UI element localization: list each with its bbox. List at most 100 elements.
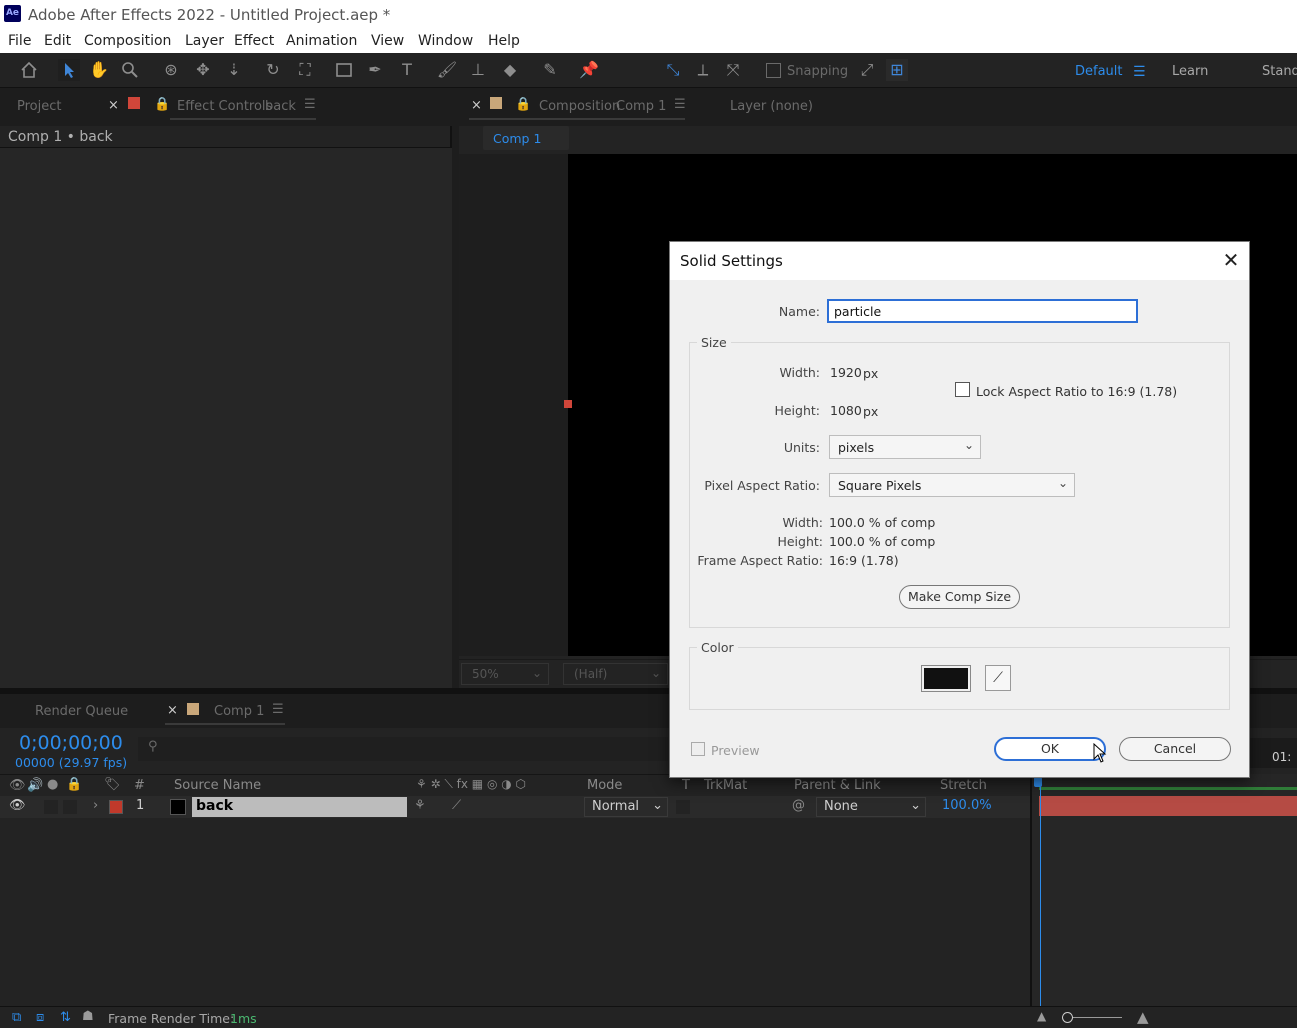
close-icon[interactable]: × [108,98,119,113]
menu-composition[interactable]: Composition [84,33,171,49]
quality-switch-icon[interactable]: ⟋ [452,798,461,813]
close-icon[interactable]: ✕ [1221,250,1241,270]
tab-project[interactable]: Project [17,99,61,114]
timeline-graph-area[interactable] [1030,774,1297,1006]
puppet-pin-icon[interactable]: 📌 [578,59,600,81]
rectangle-tool-icon[interactable] [333,59,355,81]
panel-menu-icon[interactable]: ☰ [304,97,316,112]
selection-tool-icon[interactable] [58,59,80,81]
lock-icon[interactable]: 🔒 [515,97,531,112]
flowchart-icon[interactable]: ⇅ [60,1010,71,1025]
menu-file[interactable]: File [8,33,31,49]
tab-effect-controls[interactable]: Effect Controls [177,99,272,114]
comp-subtab[interactable]: Comp 1 [483,126,569,150]
pixel-aspect-dropdown[interactable]: Square Pixels ⌄ [829,473,1075,497]
menu-window[interactable]: Window [418,33,473,49]
stretch-value[interactable]: 100.0% [942,798,992,813]
time-ruler[interactable]: 01: [1250,738,1297,768]
lock-icon[interactable]: 🔒 [154,97,170,112]
snap-features-icon[interactable]: ⊞ [886,59,908,81]
menu-edit[interactable]: Edit [44,33,71,49]
lock-aspect-checkbox[interactable] [955,382,970,397]
preview-checkbox[interactable] [691,742,705,756]
resolution-dropdown[interactable]: (Half) ⌄ [563,663,668,685]
column-source-name[interactable]: Source Name [174,778,261,793]
audio-switch[interactable] [44,800,58,814]
tab-render-queue[interactable]: Render Queue [35,704,128,719]
zoom-dropdown[interactable]: 50% ⌄ [461,663,549,685]
menu-layer[interactable]: Layer [185,33,224,49]
rotation-tool-icon[interactable]: ↻ [262,59,284,81]
view-axis-icon[interactable]: ⤧ [722,59,744,81]
audio-icon[interactable]: 🔊 [27,778,43,793]
layer-name[interactable]: back [192,797,407,817]
motion-blur-icon[interactable]: ☗ [82,1009,94,1024]
snapping-checkbox[interactable] [766,63,781,78]
width-value[interactable]: 1920 [830,365,862,380]
dolly-camera-icon[interactable]: ⇣ [223,59,245,81]
zoom-in-icon[interactable]: ▲ [1137,1008,1149,1026]
menu-help[interactable]: Help [488,33,520,49]
workspace-menu-icon[interactable]: ☰ [1133,64,1146,80]
clone-stamp-icon[interactable]: ⊥ [467,59,489,81]
tab-layer[interactable]: Layer (none) [730,99,813,114]
expand-chevron-icon[interactable]: › [93,798,98,813]
cancel-button[interactable]: Cancel [1119,737,1231,761]
zoom-out-icon[interactable]: ▲ [1037,1009,1046,1023]
playhead[interactable] [1040,774,1041,1006]
workspace-learn[interactable]: Learn [1172,64,1208,79]
panel-menu-icon[interactable]: ☰ [272,702,284,717]
playhead-handle[interactable] [1034,777,1042,787]
composition-switch-icon[interactable]: ⧉ [12,1010,21,1025]
visibility-eye-icon[interactable]: 👁 [9,798,26,813]
tab-timeline-comp[interactable]: Comp 1 [214,704,264,719]
menu-effect[interactable]: Effect [234,33,274,49]
pan-behind-tool-icon[interactable]: ⛶ [294,59,316,81]
layer-anchor-handle[interactable] [564,400,572,408]
home-icon[interactable] [18,59,40,81]
layer-duration-bar[interactable] [1039,796,1297,816]
zoom-slider-thumb[interactable] [1062,1012,1073,1023]
mode-dropdown[interactable]: Normal ⌄ [584,797,668,817]
render-options-icon[interactable]: ⧈ [36,1010,44,1025]
eye-icon[interactable]: 👁 [9,778,26,793]
units-dropdown[interactable]: pixels ⌄ [829,435,981,459]
roto-brush-icon[interactable]: ✎ [539,59,561,81]
local-axis-icon[interactable]: ⤡ [662,59,684,81]
tab-composition[interactable]: Composition [539,99,620,114]
menu-view[interactable]: View [371,33,404,49]
pickwhip-icon[interactable]: @ [792,798,805,813]
eraser-tool-icon[interactable]: ◆ [499,59,521,81]
panel-menu-icon[interactable]: ☰ [674,97,686,112]
layer-row[interactable]: 👁 › 1 back ⚘ ⟋ Normal ⌄ @ None ⌄ 100.0% [0,796,1030,818]
world-axis-icon[interactable]: ⟂ [692,59,714,81]
workspace-standard[interactable]: Standa [1262,64,1297,79]
parent-dropdown[interactable]: None ⌄ [816,797,926,817]
hand-tool-icon[interactable]: ✋ [88,59,110,81]
pan-camera-icon[interactable]: ✥ [192,59,214,81]
preserve-transparency[interactable] [676,800,690,814]
eyedropper-icon[interactable]: ⟋ [985,665,1011,691]
pen-tool-icon[interactable]: ✒ [364,59,386,81]
solo-icon[interactable]: ● [47,777,58,792]
timeline-search-input[interactable]: ⚲ [138,737,668,761]
tab-composition-name[interactable]: Comp 1 [616,99,666,114]
zoom-slider-track[interactable] [1068,1017,1122,1018]
type-tool-icon[interactable]: T [396,59,418,81]
shy-switch-icon[interactable]: ⚘ [414,798,426,813]
ok-button[interactable]: OK [994,737,1106,761]
color-swatch[interactable] [921,665,971,692]
close-icon[interactable]: × [167,703,178,718]
workspace-default[interactable]: Default [1075,64,1123,79]
label-tag-icon[interactable]: 🏷 [104,777,121,792]
close-icon[interactable]: × [471,98,482,113]
lock-switch[interactable] [63,800,77,814]
menu-animation[interactable]: Animation [286,33,357,49]
lock-icon[interactable]: 🔒 [66,777,82,792]
work-area-bar[interactable] [1039,787,1297,790]
brush-tool-icon[interactable]: 🖌 [436,59,458,81]
height-value[interactable]: 1080 [830,403,862,418]
snap-option-icon[interactable]: ⤢ [856,59,878,81]
current-timecode[interactable]: 0;00;00;00 [19,732,123,754]
make-comp-size-button[interactable]: Make Comp Size [899,585,1020,609]
